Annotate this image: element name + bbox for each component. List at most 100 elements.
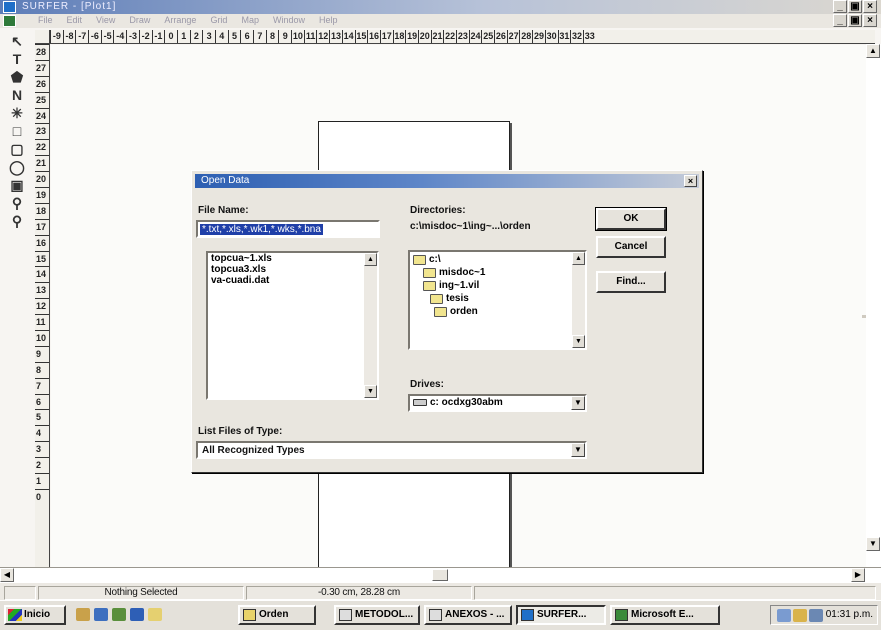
file-list[interactable]: topcua~1.xls topcua3.xls va-cuadi.dat ▲ … xyxy=(206,251,379,400)
task-anexos[interactable]: ANEXOS - ... xyxy=(424,605,512,625)
ruler-tick-label: -9 xyxy=(50,30,63,43)
task-metodol[interactable]: METODOL... xyxy=(334,605,420,625)
horizontal-scrollbar[interactable]: ◀ ▶ xyxy=(0,567,881,582)
ruler-tick-label: 0 xyxy=(35,488,49,505)
horizontal-scroll-thumb[interactable] xyxy=(432,569,448,581)
scroll-down-arrow-icon[interactable]: ▼ xyxy=(866,537,880,551)
ruler-tick-label: 19 xyxy=(405,30,418,43)
menu-map[interactable]: Map xyxy=(241,15,259,25)
directory-label: misdoc~1 xyxy=(439,267,486,278)
zoom-in-icon[interactable]: ⚲ xyxy=(4,194,30,211)
network-icon[interactable] xyxy=(777,609,791,622)
directory-item[interactable]: tesis xyxy=(430,293,469,304)
menu-view[interactable]: View xyxy=(96,15,115,25)
document-icon[interactable] xyxy=(3,15,16,27)
minimize-button[interactable]: _ xyxy=(833,0,847,13)
scroll-down-arrow-icon[interactable]: ▼ xyxy=(364,385,377,398)
polygon-tool-icon[interactable]: ⬟ xyxy=(4,68,30,85)
file-list-scrollbar[interactable]: ▲ ▼ xyxy=(364,253,377,398)
task-surfer[interactable]: SURFER... xyxy=(516,605,606,625)
quicklaunch-folder-icon[interactable] xyxy=(148,608,162,621)
scroll-left-arrow-icon[interactable]: ◀ xyxy=(0,568,14,582)
directory-list-scrollbar[interactable]: ▲ ▼ xyxy=(572,252,585,348)
ruler-tick-label: 32 xyxy=(570,30,583,43)
rectangle-tool-icon[interactable]: □ xyxy=(4,122,30,139)
directories-label: Directories: xyxy=(410,205,466,216)
task-orden[interactable]: Orden xyxy=(238,605,316,625)
ellipse-tool-icon[interactable]: ◯ xyxy=(4,158,30,175)
arrow-tool-icon[interactable]: ↖ xyxy=(4,32,30,49)
find-button[interactable]: Find... xyxy=(596,271,666,293)
chevron-down-icon[interactable]: ▼ xyxy=(571,396,585,410)
ruler-tick-label: 25 xyxy=(481,30,494,43)
zoom-out-icon[interactable]: ⚲ xyxy=(4,212,30,229)
window-title: SURFER - [Plot1] xyxy=(22,1,117,12)
menu-file[interactable]: File xyxy=(38,15,53,25)
quicklaunch-media-icon[interactable] xyxy=(130,608,144,621)
excel-icon xyxy=(615,609,628,621)
symbol-tool-icon[interactable]: ✳ xyxy=(4,104,30,121)
file-name-input[interactable]: *.txt,*.xls,*.wk1,*.wks,*.bna xyxy=(196,220,380,238)
menu-arrange[interactable]: Arrange xyxy=(164,15,196,25)
horizontal-ruler: -9 -8 -7 -6 -5 -4 -3 -2 -1 0 1 2 3 4 5 6 7 8 9 10 11 12 13 14 15… xyxy=(50,30,875,44)
ruler-tick-label: 24 xyxy=(468,30,481,43)
directory-item[interactable]: c:\ xyxy=(413,254,441,265)
scroll-up-arrow-icon[interactable]: ▲ xyxy=(866,44,880,58)
drives-select[interactable]: c: ocdxg30abm ▼ xyxy=(408,394,587,412)
restore-button[interactable]: ▣ xyxy=(848,0,862,13)
vertical-scrollbar[interactable]: ▲ ▼ xyxy=(866,44,881,567)
cancel-button[interactable]: Cancel xyxy=(596,236,666,258)
scroll-up-arrow-icon[interactable]: ▲ xyxy=(572,252,585,265)
polyline-tool-icon[interactable]: N xyxy=(4,86,30,103)
quicklaunch-browser-icon[interactable] xyxy=(76,608,90,621)
ruler-tick-label: 21 xyxy=(430,30,443,43)
scroll-right-arrow-icon[interactable]: ▶ xyxy=(851,568,865,582)
drive-value: c: ocdxg30abm xyxy=(430,397,503,408)
menu-grid[interactable]: Grid xyxy=(210,15,227,25)
chevron-down-icon[interactable]: ▼ xyxy=(571,443,585,457)
rounded-rectangle-tool-icon[interactable]: ▢ xyxy=(4,140,30,157)
file-list-item[interactable]: topcua3.xls xyxy=(208,264,377,275)
menu-window[interactable]: Window xyxy=(273,15,305,25)
directory-list[interactable]: c:\ misdoc~1 ing~1.vil tesis orden ▲ ▼ xyxy=(408,250,587,350)
open-folder-icon xyxy=(423,280,436,291)
ruler-tick-label: 17 xyxy=(35,218,49,235)
quicklaunch-desktop-icon[interactable] xyxy=(112,608,126,621)
quicklaunch-email-icon[interactable] xyxy=(94,608,108,621)
doc-close-button[interactable]: × xyxy=(863,14,877,27)
doc-minimize-button[interactable]: _ xyxy=(833,14,847,27)
text-tool-icon[interactable]: T xyxy=(4,50,30,67)
menu-help[interactable]: Help xyxy=(319,15,338,25)
start-button[interactable]: Inicio xyxy=(4,605,66,625)
directory-item[interactable]: ing~1.vil xyxy=(423,280,479,291)
menu-edit[interactable]: Edit xyxy=(67,15,83,25)
task-label: SURFER... xyxy=(537,609,587,620)
scroll-down-arrow-icon[interactable]: ▼ xyxy=(572,335,585,348)
file-list-item[interactable]: va-cuadi.dat xyxy=(208,275,377,286)
directory-item[interactable]: orden xyxy=(434,306,478,317)
open-folder-icon xyxy=(413,254,426,265)
doc-restore-button[interactable]: ▣ xyxy=(848,14,862,27)
volume-icon[interactable] xyxy=(793,609,807,622)
surfer-app-icon[interactable] xyxy=(3,1,16,13)
scroll-up-arrow-icon[interactable]: ▲ xyxy=(364,253,377,266)
ruler-tick-label: -1 xyxy=(151,30,165,43)
ruler-tick-label: 1 xyxy=(176,30,190,43)
close-button[interactable]: × xyxy=(863,0,877,13)
task-label: ANEXOS - ... xyxy=(445,609,505,620)
task-excel[interactable]: Microsoft E... xyxy=(610,605,720,625)
title-bar: SURFER - [Plot1] _ ▣ × xyxy=(0,0,881,14)
monitor-icon[interactable] xyxy=(809,609,823,622)
menu-draw[interactable]: Draw xyxy=(129,15,150,25)
ruler-tick-label: 9 xyxy=(278,30,291,43)
status-coords: -0.30 cm, 28.28 cm xyxy=(246,586,472,600)
current-path: c:\misdoc~1\ing~...\orden xyxy=(410,221,531,232)
reshape-tool-icon[interactable]: ▣ xyxy=(4,176,30,193)
dialog-close-icon[interactable]: × xyxy=(684,175,697,187)
directory-label: ing~1.vil xyxy=(439,280,480,291)
file-type-select[interactable]: All Recognized Types ▼ xyxy=(196,441,587,459)
file-list-item[interactable]: topcua~1.xls xyxy=(208,253,377,264)
file-name-value: *.txt,*.xls,*.wk1,*.wks,*.bna xyxy=(200,224,323,235)
ok-button[interactable]: OK xyxy=(595,207,667,231)
directory-item[interactable]: misdoc~1 xyxy=(423,267,485,278)
